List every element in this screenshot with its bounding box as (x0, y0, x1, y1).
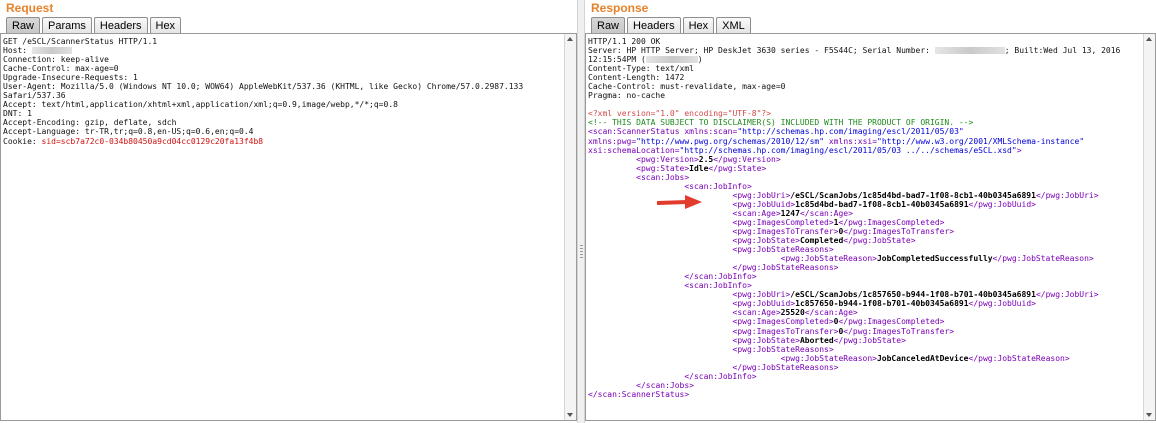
request-pane: Request Raw Params Headers Hex GET /eSCL… (0, 0, 577, 423)
server-header-cont: 12:15:54PM () (588, 55, 703, 65)
annotation-arrow-icon (657, 195, 702, 209)
xml-job-uri: <pwg:JobUri>/eSCL/ScanJobs/1c857650-b944… (732, 290, 1099, 300)
response-scrollbar[interactable] (1143, 34, 1155, 420)
scroll-down-arrow-icon[interactable] (567, 413, 573, 417)
xml-job-state-reasons-close: </pwg:JobStateReasons> (732, 362, 839, 372)
response-tabs: Raw Headers Hex XML (591, 17, 751, 34)
response-tab-xml[interactable]: XML (716, 17, 751, 34)
header-line: Content-Type: text/xml (588, 64, 694, 74)
splitter-grip-icon[interactable] (580, 245, 583, 259)
xml-images-to-transfer: <pwg:ImagesToTransfer>0</pwg:ImagesToTra… (732, 326, 955, 336)
status-line: HTTP/1.1 200 OK (588, 37, 661, 46)
request-title: Request (6, 1, 54, 15)
cookie-name: sid (41, 136, 56, 146)
request-tab-raw[interactable]: Raw (6, 17, 41, 34)
redacted-build (645, 56, 698, 64)
request-tab-hex[interactable]: Hex (149, 17, 182, 34)
xml-root-close: </scan:ScannerStatus> (588, 389, 690, 399)
request-tab-headers[interactable]: Headers (93, 17, 148, 34)
xml-job-state-reasons-close: </pwg:JobStateReasons> (732, 263, 839, 273)
xml-state: <pwg:State>Idle</pwg:State> (636, 163, 767, 173)
redacted-host (31, 47, 72, 55)
host-header: Host: (3, 46, 562, 55)
cookie-value: =scb7a72c0-034b80450a9cd04cc0129c20fa13f… (55, 136, 264, 146)
xml-images-completed: <pwg:ImagesCompleted>1</pwg:ImagesComple… (732, 217, 945, 227)
xml-jobinfo-close: </scan:JobInfo> (684, 272, 757, 282)
scroll-down-arrow-icon[interactable] (1146, 413, 1152, 417)
xml-images-to-transfer: <pwg:ImagesToTransfer>0</pwg:ImagesToTra… (732, 226, 955, 236)
xml-jobinfo-close: </scan:JobInfo> (684, 371, 757, 381)
header-line: Connection: keep-alive (3, 55, 109, 65)
scroll-up-arrow-icon[interactable] (567, 37, 573, 41)
xml-declaration: <?xml version="1.0" encoding="UTF-8"?> (588, 109, 772, 119)
xml-jobinfo-open: <scan:JobInfo> (684, 181, 752, 191)
header-line: Upgrade-Insecure-Requests: 1 (3, 73, 138, 83)
request-editor[interactable]: GET /eSCL/ScannerStatus HTTP/1.1 Host: Co… (0, 33, 577, 421)
xml-job-uuid: <pwg:JobUuid>1c857650-b944-1f08-b701-40b… (732, 299, 1036, 309)
response-editor[interactable]: HTTP/1.1 200 OK Server: HP HTTP Server; H… (585, 33, 1156, 421)
xml-root-ns: xmlns:pwg="http://www.pwg.org/schemas/20… (588, 136, 1085, 146)
xml-jobs-close: </scan:Jobs> (636, 380, 694, 390)
request-tab-params[interactable]: Params (42, 17, 92, 34)
response-title: Response (591, 1, 649, 15)
server-header: Server: HP HTTP Server; HP DeskJet 3630 … (588, 46, 1121, 56)
redacted-serial (934, 47, 1005, 55)
header-line: Accept-Language: tr-TR,tr;q=0.8,en-US;q=… (3, 127, 254, 137)
xml-job-state: <pwg:JobState>Completed</pwg:JobState> (732, 236, 916, 246)
xml-jobs-open: <scan:Jobs> (636, 172, 690, 182)
xml-job-state: <pwg:JobState>Aborted</pwg:JobState> (732, 335, 906, 345)
request-line: GET /eSCL/ScannerStatus HTTP/1.1 (3, 37, 158, 46)
xml-version: <pwg:Version>2.5</pwg:Version> (636, 154, 781, 164)
user-agent-line-cont: Safari/537.36 (3, 91, 66, 101)
xml-comment: <!-- THIS DATA SUBJECT TO DISCLAIMER(S) … (588, 118, 974, 128)
header-line: Content-Length: 1472 (588, 73, 685, 83)
xml-root-schema: xsi:schemaLocation="http://schemas.hp.co… (588, 145, 1022, 155)
xml-root-open: <scan:ScannerStatus xmlns:scan="http://s… (588, 127, 964, 137)
xml-job-state-reasons-open: <pwg:JobStateReasons> (732, 245, 834, 255)
user-agent-line: User-Agent: Mozilla/5.0 (Windows NT 10.0… (3, 82, 524, 92)
header-line: Accept: text/html,application/xhtml+xml,… (3, 100, 398, 110)
response-tab-raw[interactable]: Raw (591, 17, 626, 34)
xml-images-completed: <pwg:ImagesCompleted>0</pwg:ImagesComple… (732, 317, 945, 327)
header-line: Cache-Control: must-revalidate, max-age=… (588, 82, 786, 92)
header-line: DNT: 1 (3, 109, 32, 119)
xml-jobinfo-open: <scan:JobInfo> (684, 281, 752, 291)
response-tab-headers[interactable]: Headers (627, 17, 681, 34)
request-text: GET /eSCL/ScannerStatus HTTP/1.1 Host: Co… (3, 37, 562, 146)
response-pane: Response Raw Headers Hex XML HTTP/1.1 20… (585, 0, 1156, 423)
response-tab-hex[interactable]: Hex (682, 17, 715, 34)
scroll-up-arrow-icon[interactable] (1146, 37, 1152, 41)
xml-job-state-reason: <pwg:JobStateReason>JobCanceledAtDevice<… (780, 353, 1070, 363)
header-line: Pragma: no-cache (588, 91, 666, 101)
request-scrollbar[interactable] (564, 34, 576, 420)
cookie-header: Cookie: sid=scb7a72c0-034b80450a9cd04cc0… (3, 136, 264, 146)
pane-splitter[interactable] (577, 0, 585, 423)
response-text: HTTP/1.1 200 OK Server: HP HTTP Server; H… (588, 37, 1141, 399)
header-line: Accept-Encoding: gzip, deflate, sdch (3, 118, 177, 128)
xml-job-age: <scan:Age>25520</scan:Age> (732, 308, 858, 318)
header-line: Cache-Control: max-age=0 (3, 64, 119, 74)
xml-job-state-reason: <pwg:JobStateReason>JobCompletedSuccessf… (780, 254, 1094, 264)
request-tabs: Raw Params Headers Hex (6, 17, 182, 34)
xml-job-state-reasons-open: <pwg:JobStateReasons> (732, 344, 834, 354)
